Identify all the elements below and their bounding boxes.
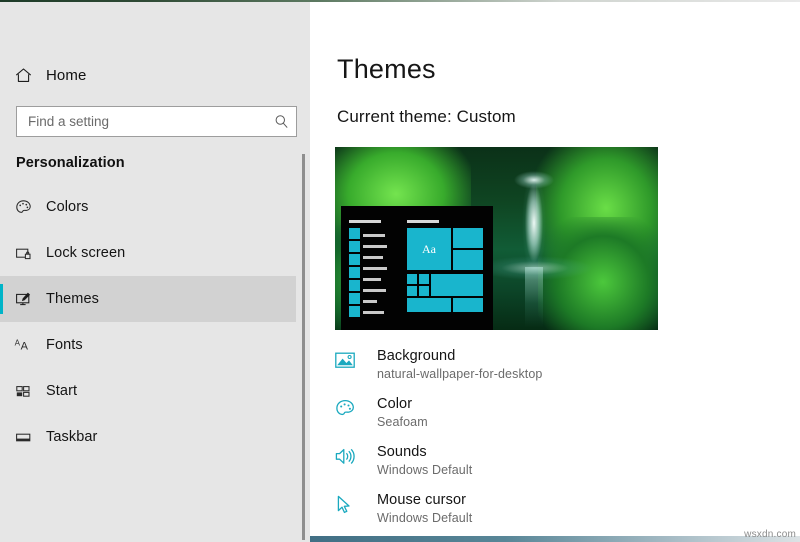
- start-menu-app-label: [363, 311, 384, 314]
- palette-icon: [0, 199, 46, 216]
- start-menu-app-labels: [363, 220, 389, 322]
- themes-icon: [0, 291, 46, 308]
- fonts-icon: A A: [0, 337, 46, 354]
- start-menu-app-label: [363, 234, 385, 237]
- sidebar-nav-list: Colors Lock screen Themes A A Fonts Star…: [0, 184, 296, 460]
- settings-row-text: Background natural-wallpaper-for-desktop: [377, 347, 542, 383]
- start-menu-app-label: [363, 256, 383, 259]
- start-menu-app-icon: [349, 241, 360, 252]
- start-menu-group-header: [407, 220, 439, 223]
- sidebar-scrollbar-thumb[interactable]: [302, 154, 305, 540]
- start-menu-app-icon: [349, 267, 360, 278]
- sidebar-item-fonts[interactable]: A A Fonts: [0, 322, 296, 368]
- settings-row-color[interactable]: Color Seafoam: [335, 395, 775, 443]
- search-input[interactable]: [17, 107, 266, 136]
- settings-row-text: Mouse cursor Windows Default: [377, 491, 472, 527]
- start-menu-app-icon: [349, 280, 360, 291]
- start-icon: [0, 383, 46, 400]
- taskbar-icon: [0, 429, 46, 446]
- settings-row-text: Color Seafoam: [377, 395, 428, 431]
- settings-window: Settings Hom: [0, 0, 800, 542]
- sidebar-section-title: Personalization: [16, 155, 125, 171]
- sidebar-item-label: Themes: [46, 291, 99, 307]
- watermark: wsxdn.com: [744, 529, 796, 540]
- sidebar-item-taskbar[interactable]: Taskbar: [0, 414, 296, 460]
- start-menu-app-label: [363, 278, 381, 281]
- start-menu-tile-wide: [431, 274, 483, 296]
- theme-settings-list: Background natural-wallpaper-for-desktop…: [335, 347, 775, 539]
- home-icon: [0, 67, 46, 84]
- settings-row-title: Mouse cursor: [377, 492, 467, 508]
- sidebar-item-label: Fonts: [46, 337, 83, 353]
- start-menu-app-icon: [349, 306, 360, 317]
- start-menu-preview: Aa: [341, 206, 493, 330]
- settings-row-value: Windows Default: [377, 463, 473, 477]
- start-menu-tile: [453, 228, 483, 248]
- start-menu-app-label: [363, 300, 377, 303]
- home-label: Home: [46, 66, 87, 84]
- selection-indicator: [0, 284, 3, 314]
- start-menu-tile-grid: Aa: [407, 220, 485, 326]
- svg-text:A: A: [21, 340, 29, 352]
- settings-row-title: Background: [377, 348, 456, 364]
- start-menu-app-icon: [349, 228, 360, 239]
- speaker-icon: [335, 443, 377, 466]
- start-menu-app-label: [363, 245, 387, 248]
- sidebar-item-label: Taskbar: [46, 429, 98, 445]
- search-icon[interactable]: [266, 114, 296, 129]
- start-menu-app-label: [363, 267, 387, 270]
- sidebar-item-themes[interactable]: Themes: [0, 276, 296, 322]
- sidebar-item-lock-screen[interactable]: Lock screen: [0, 230, 296, 276]
- cursor-icon: [335, 491, 377, 515]
- sidebar-item-label: Start: [46, 383, 78, 399]
- settings-row-background[interactable]: Background natural-wallpaper-for-desktop: [335, 347, 775, 395]
- start-menu-tile: [407, 274, 417, 284]
- sidebar-item-home[interactable]: Home: [0, 58, 296, 92]
- theme-preview[interactable]: Aa: [335, 147, 658, 330]
- main-content: Themes Current theme: Custom Aa Backgrou…: [310, 2, 800, 542]
- sidebar-item-start[interactable]: Start: [0, 368, 296, 414]
- current-theme-label: Current theme: Custom: [337, 107, 516, 126]
- water-reflection: [525, 267, 543, 327]
- start-menu-tile-wide: [407, 298, 451, 312]
- settings-row-sounds[interactable]: Sounds Windows Default: [335, 443, 775, 491]
- settings-row-text: Sounds Windows Default: [377, 443, 472, 479]
- settings-row-mouse-cursor[interactable]: Mouse cursor Windows Default: [335, 491, 775, 539]
- settings-row-title: Color: [377, 396, 413, 412]
- page-title: Themes: [337, 54, 436, 84]
- lock-screen-icon: [0, 245, 46, 262]
- picture-icon: [335, 347, 377, 370]
- start-menu-app-icon: [349, 254, 360, 265]
- settings-row-value: Windows Default: [377, 511, 473, 525]
- settings-row-value: natural-wallpaper-for-desktop: [377, 367, 543, 381]
- sidebar-item-label: Colors: [46, 199, 89, 215]
- sidebar-item-colors[interactable]: Colors: [0, 184, 296, 230]
- start-menu-app-icon: [349, 293, 360, 304]
- start-menu-tile: [419, 286, 429, 296]
- palette-icon: [335, 395, 377, 418]
- start-menu-tile: [453, 250, 483, 270]
- sidebar-item-label: Lock screen: [46, 245, 126, 261]
- sidebar: Home Personalization: [0, 2, 310, 542]
- search-box[interactable]: [16, 106, 297, 137]
- bottom-edge-artifact: [310, 536, 800, 542]
- start-menu-tile: [453, 298, 483, 312]
- start-menu-app-label: [363, 289, 386, 292]
- settings-row-value: Seafoam: [377, 415, 428, 429]
- start-menu-tile: [419, 274, 429, 284]
- settings-row-title: Sounds: [377, 444, 427, 460]
- start-menu-tile: [407, 286, 417, 296]
- start-menu-tile-large: Aa: [407, 228, 451, 270]
